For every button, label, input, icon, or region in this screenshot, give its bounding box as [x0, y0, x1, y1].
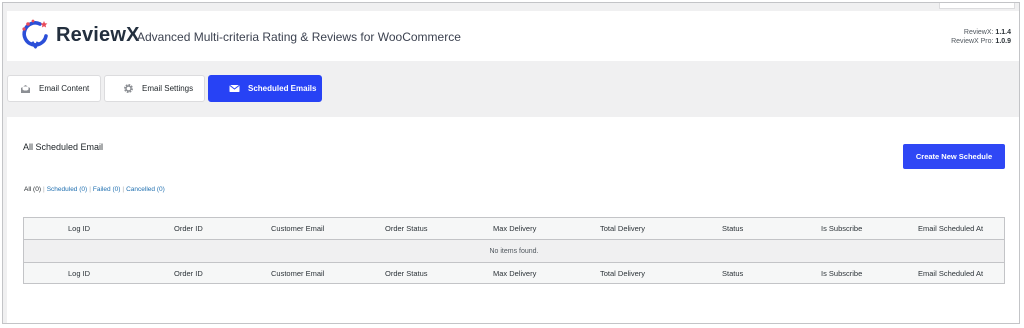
- envelope-icon: [229, 85, 240, 92]
- filter-failed[interactable]: Failed (0): [93, 186, 120, 193]
- plugin-tagline: Advanced Multi-criteria Rating & Reviews…: [137, 30, 461, 44]
- tab-label: Email Content: [39, 84, 90, 93]
- table-empty-row: No items found.: [24, 240, 1004, 262]
- column-footer-order-status[interactable]: Order Status: [385, 269, 428, 278]
- page-title: All Scheduled Email: [23, 142, 104, 152]
- version-info: ReviewX: 1.1.4 ReviewX Pro: 1.0.9: [951, 28, 1011, 46]
- table-header-row: Log ID Order ID Customer Email Order Sta…: [24, 218, 1004, 240]
- column-header-log-id[interactable]: Log ID: [68, 224, 90, 233]
- tab-label: Email Settings: [142, 84, 194, 93]
- column-header-order-status[interactable]: Order Status: [385, 224, 428, 233]
- create-new-schedule-button[interactable]: Create New Schedule: [903, 144, 1005, 169]
- tab-label: Scheduled Emails: [248, 84, 317, 93]
- filter-all[interactable]: All (0): [24, 186, 41, 193]
- column-header-email-scheduled-at[interactable]: Email Scheduled At: [918, 224, 983, 233]
- filter-separator: |: [43, 186, 45, 193]
- column-header-total-delivery[interactable]: Total Delivery: [600, 224, 645, 233]
- column-header-status[interactable]: Status: [722, 224, 743, 233]
- column-footer-total-delivery[interactable]: Total Delivery: [600, 269, 645, 278]
- column-header-max-delivery[interactable]: Max Delivery: [493, 224, 536, 233]
- brand-name: ReviewX: [56, 24, 140, 46]
- gear-icon: [123, 83, 134, 94]
- column-footer-log-id[interactable]: Log ID: [68, 269, 90, 278]
- envelope-open-icon: [21, 84, 30, 93]
- filter-separator: |: [122, 186, 125, 193]
- reviewx-logo-icon: [22, 19, 48, 49]
- filter-separator: |: [89, 186, 91, 193]
- tab-scheduled-emails[interactable]: Scheduled Emails: [208, 75, 322, 102]
- column-footer-order-id[interactable]: Order ID: [174, 269, 203, 278]
- column-footer-status[interactable]: Status: [722, 269, 743, 278]
- column-footer-is-subscribe[interactable]: Is Subscribe: [821, 269, 862, 278]
- table-footer-row: Log ID Order ID Customer Email Order Sta…: [24, 262, 1004, 283]
- screen-options-tab[interactable]: [939, 3, 1015, 9]
- column-footer-max-delivery[interactable]: Max Delivery: [493, 269, 536, 278]
- column-header-customer-email[interactable]: Customer Email: [271, 224, 324, 233]
- filter-scheduled[interactable]: Scheduled (0): [47, 186, 88, 193]
- status-filters: All (0) | Scheduled (0) | Failed (0) | Cancell…: [24, 186, 165, 193]
- reviewx-pro-version: ReviewX Pro: 1.0.9: [951, 38, 1011, 45]
- tab-email-settings[interactable]: Email Settings: [104, 75, 205, 102]
- column-footer-customer-email[interactable]: Customer Email: [271, 269, 324, 278]
- app-frame: ReviewX Advanced Multi-criteria Rating &…: [2, 2, 1020, 324]
- scheduled-emails-table: Log ID Order ID Customer Email Order Sta…: [23, 217, 1005, 284]
- column-header-order-id[interactable]: Order ID: [174, 224, 203, 233]
- column-header-is-subscribe[interactable]: Is Subscribe: [821, 224, 862, 233]
- tab-email-content[interactable]: Email Content: [7, 75, 101, 102]
- no-items-message: No items found.: [489, 247, 539, 255]
- reviewx-version: ReviewX: 1.1.4: [963, 29, 1011, 36]
- column-footer-email-scheduled-at[interactable]: Email Scheduled At: [918, 269, 983, 278]
- scheduled-emails-panel: All Scheduled Email Create New Schedule …: [7, 117, 1019, 323]
- plugin-header: ReviewX Advanced Multi-criteria Rating &…: [7, 11, 1019, 61]
- filter-cancelled[interactable]: Cancelled (0): [126, 186, 165, 193]
